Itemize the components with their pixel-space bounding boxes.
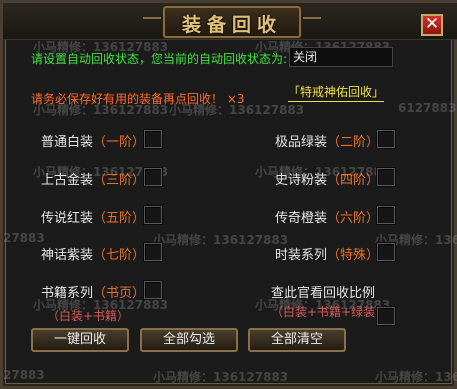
clear-all-button[interactable]: 全部清空 [248, 328, 346, 352]
option-name: 神话紫装 [41, 248, 94, 263]
recycle-status-prompt: 请设置自动回收状态，您当前的自动回收状态为: [31, 52, 288, 66]
checkbox-premium-green[interactable] [377, 130, 395, 148]
option-name: 时装系列 [275, 248, 328, 263]
checkbox-fashion[interactable] [377, 243, 395, 261]
option-tier: （一阶） [93, 135, 146, 150]
option-name: 史诗粉装 [275, 173, 328, 188]
option-label-books: 书籍系列（书页） [41, 282, 145, 301]
checkbox-common-white[interactable] [144, 130, 162, 148]
checkbox-view-ratio[interactable] [377, 307, 395, 325]
view-ratio-note: （白装+书籍+绿装） [271, 305, 388, 319]
option-label-view-ratio: 查此官看回收比例 [271, 282, 375, 301]
option-tier: （五阶） [93, 211, 146, 226]
title-bar: 装备回收 ✕ [3, 3, 457, 40]
option-name: 查此官看回收比例 [271, 286, 376, 301]
option-name: 传说红装 [41, 211, 94, 226]
books-note: （白装+书籍） [47, 309, 130, 323]
option-name: 传奇橙装 [275, 211, 328, 226]
option-tier: （七阶） [93, 248, 146, 263]
option-tier: （四阶） [327, 173, 380, 188]
option-tier: （特殊） [327, 248, 380, 263]
watermark: 小马精修：136127883 [153, 233, 289, 247]
title-plate: 装备回收 [143, 6, 321, 38]
option-name: 上古金装 [41, 173, 94, 188]
option-tier: （三阶） [93, 173, 146, 188]
option-label-ancient-gold: 上古金装（三阶） [41, 169, 145, 188]
recycle-status-field[interactable]: 关闭 [289, 47, 393, 67]
option-label-premium-green: 极品绿装（二阶） [275, 131, 379, 150]
option-name: 书籍系列 [41, 286, 94, 301]
select-all-button[interactable]: 全部勾选 [140, 328, 238, 352]
option-tier: （六阶） [327, 211, 380, 226]
checkbox-myth-purple[interactable] [144, 243, 162, 261]
option-tier: （二阶） [327, 135, 380, 150]
watermark: 小马精修：136127883 [375, 370, 457, 384]
checkbox-epic-pink[interactable] [377, 168, 395, 186]
close-button[interactable]: ✕ [421, 14, 443, 36]
option-label-legendary-orange: 传奇橙装（六阶） [275, 207, 379, 226]
watermark-fragment: 27883 [3, 368, 45, 382]
option-name: 极品绿装 [275, 135, 328, 150]
option-label-legend-red: 传说红装（五阶） [41, 207, 145, 226]
one-click-recycle-button[interactable]: 一键回收 [31, 328, 129, 352]
option-label-fashion: 时装系列（特殊） [275, 244, 379, 263]
window-title: 装备回收 [181, 14, 282, 36]
checkbox-legendary-orange[interactable] [377, 206, 395, 224]
checkbox-legend-red[interactable] [144, 206, 162, 224]
checkbox-books[interactable] [144, 281, 162, 299]
option-label-epic-pink: 史诗粉装（四阶） [275, 169, 379, 188]
special-ring-recycle-link[interactable]: 「特戒神佑回收」 [288, 84, 384, 102]
watermark: 小马精修：136127883 [153, 370, 289, 384]
watermark-fragment: 6127883 [398, 101, 457, 115]
recycle-window: 小马精修：136127883 小马精修：136127883 小马精修：13612… [0, 0, 457, 389]
option-label-common-white: 普通白装（一阶） [41, 131, 145, 150]
save-warning: 请务必保存好有用的装备再点回收！ ×3 [31, 92, 245, 106]
option-tier: （书页） [93, 286, 146, 301]
watermark-fragment: 27883 [3, 231, 45, 245]
checkbox-ancient-gold[interactable] [144, 168, 162, 186]
option-label-myth-purple: 神话紫装（七阶） [41, 244, 145, 263]
option-name: 普通白装 [41, 135, 94, 150]
